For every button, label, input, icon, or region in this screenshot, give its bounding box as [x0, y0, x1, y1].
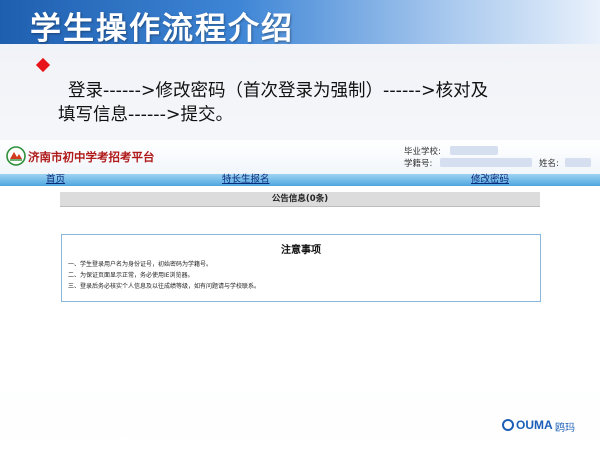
name-redacted — [565, 158, 591, 167]
bullet-row: 登录------>修改密码（首次登录为强制）------>核对及 填写信息---… — [35, 55, 578, 151]
bullet-text: 登录------>修改密码（首次登录为强制）------>核对及 填写信息---… — [58, 55, 578, 151]
portal-screenshot: 济南市初中学考招考平台 毕业学校: 学籍号: 姓名: 首页 特长生报名 修改密码… — [0, 140, 600, 392]
note-item-1: 一、学生登录用户名为身份证号，初始密码为学籍号。 — [68, 261, 213, 268]
notes-box: 注意事项 一、学生登录用户名为身份证号，初始密码为学籍号。 二、为保证页面显示正… — [61, 234, 541, 302]
portal-name: 济南市初中学考招考平台 — [28, 150, 155, 164]
portal-logo-icon — [6, 146, 26, 166]
note-item-3: 三、登录后务必核实个人信息及以往成绩等级，如有问题请与学校联系。 — [68, 283, 261, 290]
school-label: 毕业学校: — [404, 147, 441, 157]
title-bar: 学生操作流程介绍 — [0, 0, 600, 47]
ouma-logo-text: OUMA — [516, 418, 553, 432]
notes-title: 注意事项 — [281, 245, 321, 256]
bullet-line-2: 填写信息------>提交。 — [58, 105, 234, 125]
note-item-2: 二、为保证页面显示正常，务必使用IE浏览器。 — [68, 272, 194, 279]
name-label: 姓名: — [539, 159, 559, 169]
nav-bar: 首页 特长生报名 修改密码 — [0, 174, 600, 186]
student-id-label: 学籍号: — [404, 159, 433, 169]
portal-header: 济南市初中学考招考平台 毕业学校: 学籍号: 姓名: — [0, 140, 600, 174]
nav-specialty-registration[interactable]: 特长生报名 — [222, 174, 270, 186]
bullet-line-1: 登录------>修改密码（首次登录为强制）------>核对及 — [68, 81, 489, 101]
slide-title: 学生操作流程介绍 — [30, 11, 294, 47]
diamond-bullet-icon — [35, 57, 51, 73]
student-id-redacted — [440, 158, 532, 167]
ouma-logo-cn: 鸥玛 — [555, 423, 575, 434]
nav-change-password[interactable]: 修改密码 — [471, 174, 509, 186]
notice-header: 公告信息(0条) — [60, 192, 540, 207]
ouma-circle-icon — [502, 419, 514, 431]
school-value-redacted — [450, 146, 498, 155]
nav-home[interactable]: 首页 — [46, 174, 65, 186]
